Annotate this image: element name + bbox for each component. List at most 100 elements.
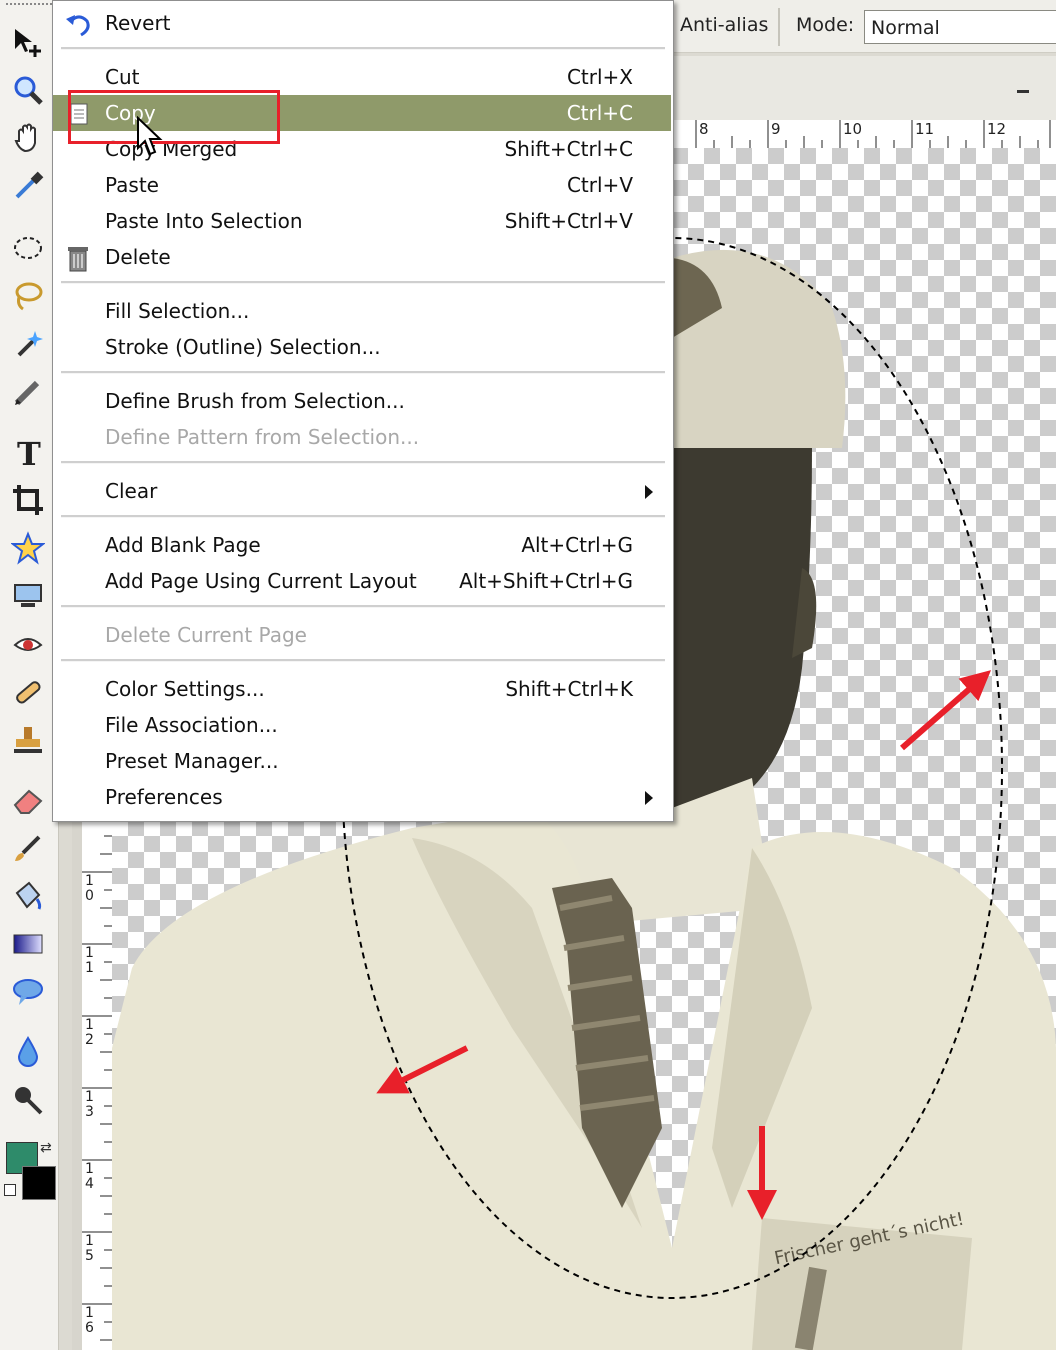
ruler-label: 12 [987,120,1007,138]
marquee-icon[interactable] [8,228,48,268]
eraser-icon[interactable] [8,780,48,820]
type-icon[interactable]: T [8,432,48,472]
zoom-icon[interactable] [8,70,48,110]
menu-item-label: Delete Current Page [105,623,307,647]
ruler-label: 8 [699,120,709,138]
swap-colors-icon[interactable]: ⇄ [40,1140,52,1156]
menu-item-label: Define Brush from Selection... [105,389,405,413]
submenu-arrow-icon [645,485,653,499]
menu-separator [61,281,665,284]
default-colors-icon[interactable] [4,1184,16,1196]
healing-icon[interactable] [8,672,48,712]
mouse-cursor-icon [137,116,163,156]
menu-separator [61,371,665,374]
menu-item-add-blank-page[interactable]: Add Blank Page Alt+Ctrl+G [53,527,671,563]
menu-item-shortcut: Alt+Shift+Ctrl+G [459,569,633,593]
gradient-icon[interactable] [8,924,48,964]
menu-item-paste-into-selection[interactable]: Paste Into Selection Shift+Ctrl+V [53,203,671,239]
mode-label: Mode: [796,14,855,36]
background-color-swatch[interactable] [22,1166,56,1200]
menu-item-shortcut: Shift+Ctrl+V [504,209,633,233]
minimize-icon[interactable] [1014,78,1034,98]
menu-item-label: Paste Into Selection [105,209,303,233]
ruler-label: 10 [843,120,863,138]
menu-item-preset-manager[interactable]: Preset Manager... [53,743,671,779]
menu-item-delete[interactable]: Delete [53,239,671,275]
menu-item-label: Delete [105,245,171,269]
menu-item-label: Preset Manager... [105,749,279,773]
menu-item-define-brush[interactable]: Define Brush from Selection... [53,383,671,419]
menu-item-label: Clear [105,479,158,503]
menu-item-file-association[interactable]: File Association... [53,707,671,743]
annotation-arrow [900,670,992,751]
menu-item-stroke-selection[interactable]: Stroke (Outline) Selection... [53,329,671,365]
menu-item-add-page-layout[interactable]: Add Page Using Current Layout Alt+Shift+… [53,563,671,599]
lasso-icon[interactable] [8,276,48,316]
red-eye-icon[interactable] [8,624,48,664]
ruler-label: 1 0 [85,873,94,904]
antialias-label[interactable]: Anti-alias [680,14,768,36]
menu-separator [61,515,665,518]
toolbox-grip[interactable] [6,3,52,9]
move-icon[interactable] [8,22,48,62]
menu-separator [61,461,665,464]
menu-separator [61,605,665,608]
pencil-icon[interactable] [8,372,48,412]
toolbox: T ⇄ [0,0,59,1350]
menu-item-shortcut: Ctrl+X [566,65,633,89]
svg-text:T: T [17,435,41,469]
menu-separator [61,47,665,50]
document-titlebar [672,56,1056,120]
menu-item-shortcut: Ctrl+V [566,173,633,197]
stamp-icon[interactable] [8,720,48,760]
menu-item-label: Fill Selection... [105,299,250,323]
menu-item-shortcut: Ctrl+C [566,101,633,125]
menu-item-label: Cut [105,65,140,89]
menu-item-clear[interactable]: Clear [53,473,671,509]
menu-item-shortcut: Shift+Ctrl+K [505,677,633,701]
mode-select[interactable]: Normal [864,10,1056,44]
ruler-label: 1 1 [85,945,94,976]
menu-item-label: Define Pattern from Selection... [105,425,420,449]
menu-item-shortcut: Shift+Ctrl+C [504,137,633,161]
speech-bubble-icon[interactable] [8,972,48,1012]
paint-bucket-icon[interactable] [8,876,48,916]
annotation-highlight-box [68,90,280,144]
magic-wand-icon[interactable] [8,324,48,364]
menu-separator [61,659,665,662]
menu-item-shortcut: Alt+Ctrl+G [521,533,633,557]
brush-icon[interactable] [8,828,48,868]
menu-item-delete-current-page: Delete Current Page [53,617,671,653]
menu-item-color-settings[interactable]: Color Settings... Shift+Ctrl+K [53,671,671,707]
menu-item-revert[interactable]: Revert [53,5,671,41]
horizontal-ruler: 8 9 10 11 12 [672,120,1056,149]
menu-item-label: Preferences [105,785,223,809]
menu-item-label: Paste [105,173,159,197]
face-shape [672,448,812,808]
screen-icon[interactable] [8,576,48,616]
document-frame [72,820,82,1350]
ruler-label: 1 3 [85,1089,94,1120]
menu-item-label: Stroke (Outline) Selection... [105,335,381,359]
ruler-label: 1 6 [85,1305,94,1336]
menu-item-label: Color Settings... [105,677,265,701]
revert-icon [66,15,90,37]
vertical-ruler: 1 0 1 1 1 2 1 3 1 4 1 5 1 6 [82,820,113,1350]
menu-item-label: Add Page Using Current Layout [105,569,417,593]
ruler-label: 9 [771,120,781,138]
crop-icon[interactable] [8,480,48,520]
blur-drop-icon[interactable] [8,1032,48,1072]
sponge-icon[interactable] [8,1080,48,1120]
custom-shape-icon[interactable] [8,528,48,568]
options-separator [778,8,780,46]
menu-item-preferences[interactable]: Preferences [53,779,671,815]
ruler-label: 1 2 [85,1017,94,1048]
menu-item-define-pattern: Define Pattern from Selection... [53,419,671,455]
submenu-arrow-icon [645,791,653,805]
eyedropper-icon[interactable] [8,166,48,206]
menu-item-label: File Association... [105,713,278,737]
hand-icon[interactable] [8,118,48,158]
ruler-label: 1 4 [85,1161,94,1192]
menu-item-fill-selection[interactable]: Fill Selection... [53,293,671,329]
menu-item-paste[interactable]: Paste Ctrl+V [53,167,671,203]
